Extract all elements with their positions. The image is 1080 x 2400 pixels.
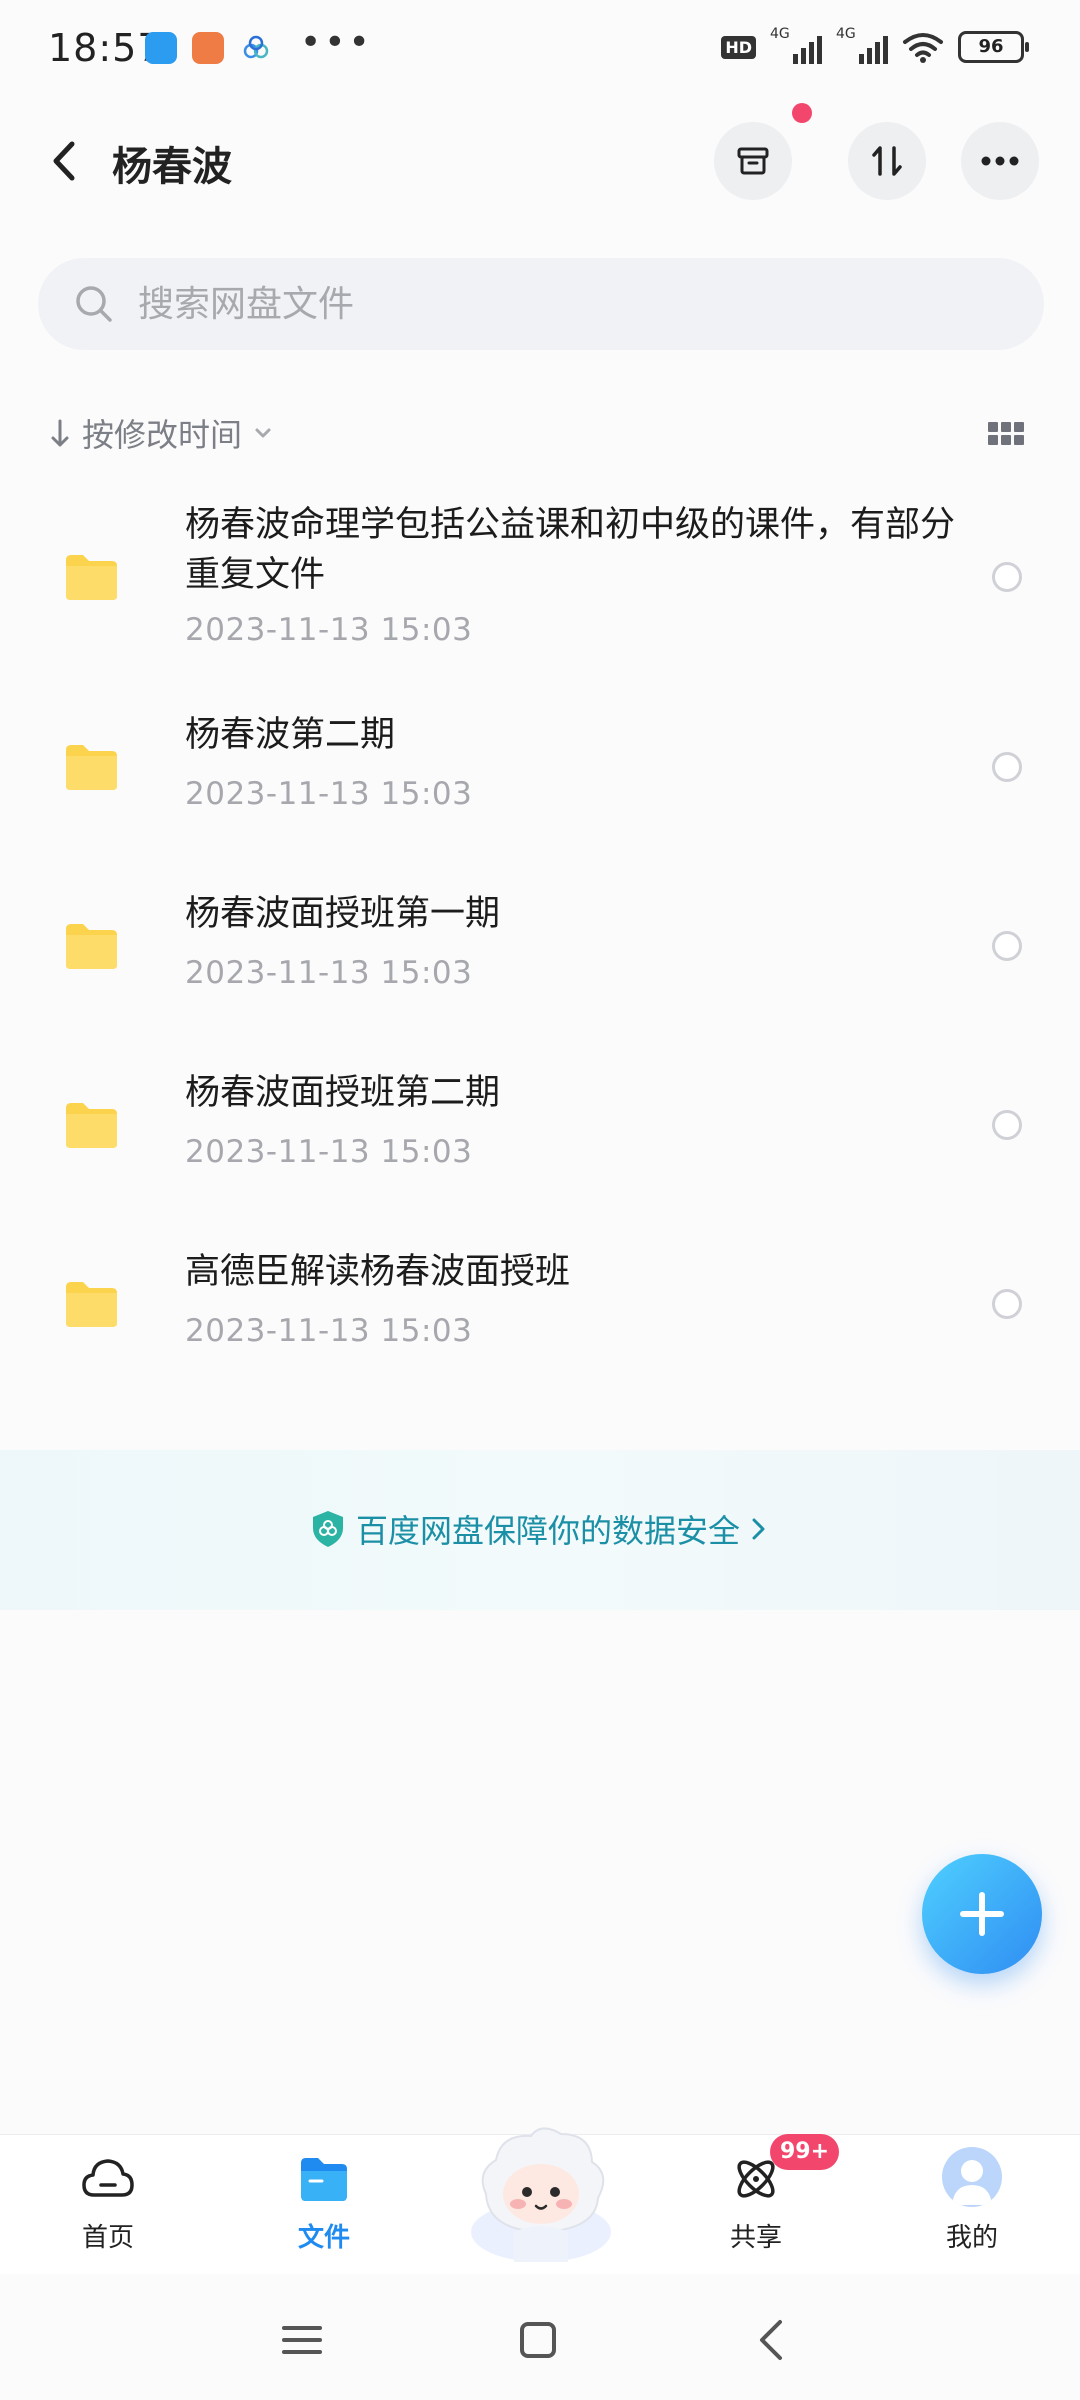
folder-icon <box>66 1282 117 1327</box>
file-name: 高德臣解读杨春波面授班 <box>185 1252 571 1292</box>
grid-view-icon[interactable] <box>988 422 1024 446</box>
list-item[interactable]: 高德臣解读杨春波面授班 2023-11-13 15:03 <box>0 1247 1080 1367</box>
system-navigation-bar <box>0 2280 1080 2400</box>
tab-mine-label: 我的 <box>945 2223 998 2253</box>
transfer-button[interactable] <box>848 122 926 200</box>
file-name: 杨春波第二期 <box>185 715 396 755</box>
archive-icon <box>737 147 769 175</box>
signal-icon: 4G <box>770 26 822 64</box>
mascot-assistant-icon[interactable] <box>456 2112 626 2272</box>
add-button[interactable] <box>922 1854 1042 1974</box>
file-name: 杨春波面授班第一期 <box>185 894 501 934</box>
tab-files-label: 文件 <box>297 2223 350 2253</box>
select-checkbox[interactable] <box>992 1289 1022 1319</box>
sort-label: 按修改时间 <box>82 416 243 454</box>
select-checkbox[interactable] <box>992 1110 1022 1140</box>
baidu-netdisk-icon <box>243 35 269 59</box>
menu-icon[interactable] <box>278 2316 326 2364</box>
back-nav-icon[interactable] <box>748 2316 796 2364</box>
folder-tab-icon <box>301 2158 347 2201</box>
chevron-down-icon <box>255 428 271 438</box>
shopping-app-icon <box>192 32 224 64</box>
list-item[interactable]: 杨春波面授班第二期 2023-11-13 15:03 <box>0 1068 1080 1188</box>
folder-icon <box>66 924 117 969</box>
file-name: 杨春波面授班第二期 <box>185 1073 501 1113</box>
folder-icon <box>66 555 117 600</box>
sort-selector[interactable]: 按修改时间 <box>48 408 274 458</box>
chevron-right-icon <box>752 1518 765 1540</box>
list-item[interactable]: 杨春波第二期 2023-11-13 15:03 <box>0 710 1080 830</box>
plus-icon <box>960 1892 1004 1936</box>
recycle-bin-button[interactable] <box>714 122 792 200</box>
battery-icon: 96 <box>958 31 1029 63</box>
more-notifications-icon: ••• <box>300 22 373 63</box>
file-date: 2023-11-13 15:03 <box>185 1313 473 1349</box>
file-date: 2023-11-13 15:03 <box>185 955 473 991</box>
safety-banner[interactable]: 百度网盘保障你的数据安全 <box>0 1450 1080 1610</box>
page-title: 杨春波 <box>112 144 232 190</box>
list-item[interactable]: 杨春波面授班第一期 2023-11-13 15:03 <box>0 889 1080 1009</box>
select-checkbox[interactable] <box>992 562 1022 592</box>
search-icon <box>76 286 112 322</box>
tab-home[interactable]: 首页 <box>38 2135 178 2275</box>
avatar <box>942 2147 1002 2207</box>
file-name: 杨春波命理学包括公益课和初中级的课件，有部分重复文件 <box>185 505 956 595</box>
select-checkbox[interactable] <box>992 931 1022 961</box>
folder-icon <box>66 745 117 790</box>
sort-down-arrow-icon <box>51 419 69 447</box>
search-input[interactable] <box>138 258 998 350</box>
folder-icon <box>66 1103 117 1148</box>
file-date: 2023-11-13 15:03 <box>185 1134 473 1170</box>
search-bar[interactable] <box>38 258 1044 350</box>
share-count-badge: 99+ <box>770 2134 840 2170</box>
user-avatar-icon <box>952 2160 992 2205</box>
select-checkbox[interactable] <box>992 752 1022 782</box>
more-dots-icon <box>981 156 1019 166</box>
list-item[interactable]: 杨春波命理学包括公益课和初中级的课件，有部分重复文件 2023-11-13 15… <box>0 500 1080 660</box>
status-bar: 18:57 ••• HD 4G 4G 96 <box>0 0 1080 100</box>
shield-icon <box>313 1511 343 1547</box>
file-date: 2023-11-13 15:03 <box>185 776 473 812</box>
more-options-button[interactable] <box>961 122 1039 200</box>
file-date: 2023-11-13 15:03 <box>185 612 473 648</box>
wifi-icon <box>903 33 943 63</box>
signal-icon-2: 4G <box>836 26 888 64</box>
safety-text: 百度网盘保障你的数据安全 <box>356 1512 741 1550</box>
tab-home-label: 首页 <box>81 2223 134 2253</box>
cloud-home-icon <box>82 2159 134 2197</box>
home-icon[interactable] <box>514 2316 562 2364</box>
tab-share-label: 共享 <box>729 2223 782 2253</box>
notification-dot <box>792 103 812 123</box>
transfer-arrows-icon <box>872 146 902 176</box>
back-icon[interactable] <box>44 138 84 184</box>
tab-mine[interactable]: 我的 <box>902 2135 1042 2275</box>
chat-app-icon <box>145 32 177 64</box>
tab-files[interactable]: 文件 <box>254 2135 394 2275</box>
hd-icon: HD <box>721 35 756 59</box>
